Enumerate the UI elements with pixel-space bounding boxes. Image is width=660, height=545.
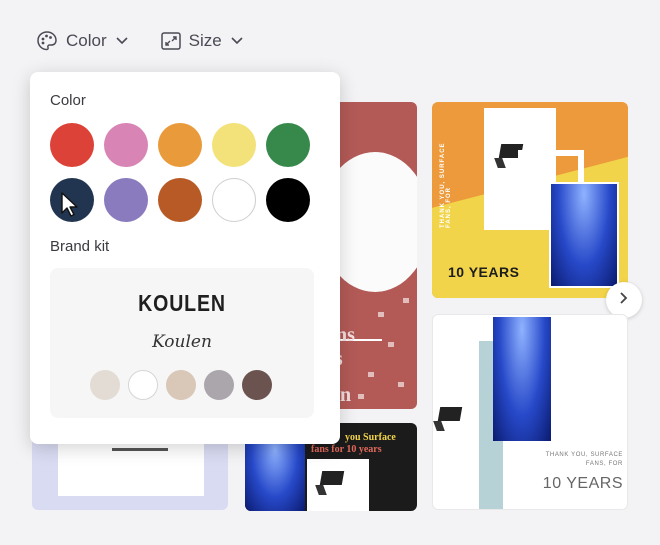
color-swatch-pink[interactable] xyxy=(104,123,148,167)
template-photo xyxy=(245,443,305,511)
next-page-button[interactable] xyxy=(606,282,642,318)
brand-color-swatch[interactable] xyxy=(90,370,120,400)
brand-font-script: Koulen xyxy=(152,332,212,352)
template-photo xyxy=(549,182,619,288)
brand-color-swatch[interactable] xyxy=(166,370,196,400)
color-swatch-black[interactable] xyxy=(266,178,310,222)
confetti xyxy=(358,394,364,399)
template-headline: fans for 10 years xyxy=(311,444,382,455)
confetti xyxy=(378,312,384,317)
brand-color-swatch[interactable] xyxy=(128,370,158,400)
brand-kit-card[interactable]: KOULEN Koulen xyxy=(50,268,314,418)
filter-toolbar: Color Size xyxy=(36,26,244,56)
template-photo xyxy=(493,317,551,441)
confetti xyxy=(398,382,404,387)
template-headline: 10 YEARS xyxy=(448,264,520,280)
template-headline: 10 YEARS xyxy=(542,475,623,492)
color-swatch-yellow[interactable] xyxy=(212,123,256,167)
template-caption: THANK YOU, SURFACE FANS, FOR xyxy=(545,452,623,467)
size-filter-button[interactable]: Size xyxy=(160,31,244,51)
template-caption: THANK YOU, SURFACE FANS, FOR xyxy=(440,142,452,228)
confetti xyxy=(403,298,409,303)
color-swatch-red[interactable] xyxy=(50,123,94,167)
chevron-down-icon xyxy=(115,36,129,46)
palette-icon xyxy=(36,30,58,52)
color-section-title: Color xyxy=(50,92,86,109)
color-filter-button[interactable]: Color xyxy=(36,30,129,52)
color-swatch-orange[interactable] xyxy=(158,123,202,167)
chevron-right-icon xyxy=(619,291,629,310)
confetti xyxy=(388,342,394,347)
color-swatch-green[interactable] xyxy=(266,123,310,167)
mouse-cursor-icon xyxy=(60,191,82,224)
template-headline: you Surface xyxy=(345,432,396,443)
brand-font-heading: KOULEN xyxy=(138,290,226,316)
brand-color-swatch[interactable] xyxy=(242,370,272,400)
size-filter-label: Size xyxy=(188,31,222,50)
chevron-down-icon xyxy=(230,36,244,46)
template-card-white[interactable]: THANK YOU, SURFACE FANS, FOR 10 YEARS xyxy=(432,314,628,510)
brand-color-swatch[interactable] xyxy=(204,370,234,400)
template-shape xyxy=(58,436,204,496)
template-text: n xyxy=(340,384,352,406)
color-swatch-white[interactable] xyxy=(212,178,256,222)
design-app-canvas: Color Size n ans rs xyxy=(0,0,660,545)
template-card-orange[interactable]: THANK YOU, SURFACE FANS, FOR 10 YEARS xyxy=(432,102,628,298)
template-divider xyxy=(112,448,168,451)
confetti xyxy=(368,372,374,377)
color-swatch-purple[interactable] xyxy=(104,178,148,222)
color-filter-label: Color xyxy=(66,31,107,50)
color-swatch-brown[interactable] xyxy=(158,178,202,222)
resize-icon xyxy=(160,32,181,50)
brand-kit-title: Brand kit xyxy=(50,238,110,255)
color-filter-popover: Color Brand kit KOULEN Koulen xyxy=(30,72,340,444)
